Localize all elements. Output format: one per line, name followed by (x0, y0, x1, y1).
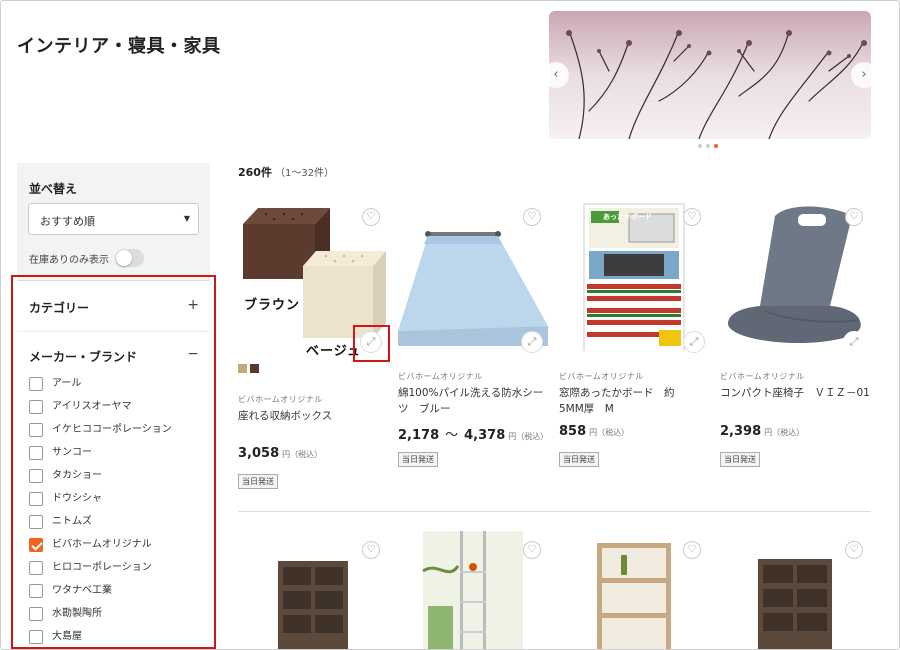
banner-pagination (698, 144, 718, 148)
packaging-label: あったかボード (603, 213, 652, 221)
toggle-knob (116, 250, 132, 266)
price-unit: 円（税込） (589, 428, 630, 437)
color-swatch[interactable] (250, 364, 259, 373)
heart-icon[interactable]: ♡ (845, 541, 863, 559)
product-card[interactable]: ♡ ⤢ ビバホームオリジナル 綿100%パイル洗える防水シーツ ブルー 2,17… (398, 196, 548, 476)
price-value: 3,058 (238, 446, 280, 461)
result-count-total: 260件 (238, 166, 272, 179)
product-price: 3,058 円（税込） (238, 446, 322, 461)
banner-dot[interactable] (698, 144, 702, 148)
result-count-range: （1～32件） (274, 168, 335, 179)
product-card[interactable]: ♡ (238, 531, 388, 649)
expand-icon[interactable]: ⤢ (843, 331, 865, 353)
price-value: 858 (559, 424, 587, 439)
same-day-shipping-badge: 当日発送 (720, 452, 760, 467)
sort-select[interactable]: おすすめ順 ▼ (28, 203, 199, 235)
banner-dot[interactable] (706, 144, 710, 148)
page-title: インテリア・寝具・家具 (17, 36, 221, 57)
product-brand: ビバホームオリジナル (559, 372, 644, 381)
expand-icon[interactable]: ⤢ (683, 331, 705, 353)
heart-icon[interactable]: ♡ (362, 208, 380, 226)
expand-icon[interactable]: ⤢ (521, 331, 543, 353)
banner-next-button[interactable]: › (851, 62, 871, 88)
same-day-shipping-badge: 当日発送 (238, 474, 278, 489)
product-brand: ビバホームオリジナル (238, 395, 323, 404)
banner-dot-active[interactable] (714, 144, 718, 148)
same-day-shipping-badge: 当日発送 (559, 452, 599, 467)
highlight-box-expand (353, 325, 390, 362)
page-frame: インテリア・寝具・家具 ‹ › 並べ替え おすすめ順 ▼ 在庫ありのみ表示 カテ… (0, 0, 900, 650)
heart-icon[interactable]: ♡ (845, 208, 863, 226)
price-value: 2,398 (720, 424, 762, 439)
product-name[interactable]: 座れる収納ボックス (238, 408, 388, 424)
price-tilde: ～ (445, 428, 459, 443)
price-unit: 円（税込） (508, 432, 549, 441)
product-card[interactable]: ♡ (398, 531, 548, 649)
product-card[interactable]: あったかボード ♡ ⤢ ビバホームオリジナル 窓際あったかボード 約 5MM厚 … (559, 196, 709, 476)
heart-icon[interactable]: ♡ (683, 541, 701, 559)
variant-label-brown: ブラウン (244, 298, 301, 313)
product-name[interactable]: コンパクト座椅子 ＶＩＺ－01 (720, 385, 870, 401)
sort-select-value: おすすめ順 (40, 215, 95, 228)
color-swatches (238, 364, 259, 373)
stock-only-label: 在庫ありのみ表示 (29, 255, 109, 266)
result-count: 260件 （1～32件） (238, 164, 334, 180)
product-brand: ビバホームオリジナル (720, 372, 805, 381)
product-card[interactable]: ♡ (559, 531, 709, 649)
heart-icon[interactable]: ♡ (523, 541, 541, 559)
product-card[interactable]: ♡ (720, 531, 870, 649)
product-price: 2,398 円（税込） (720, 424, 804, 439)
product-name[interactable]: 綿100%パイル洗える防水シーツ ブルー (398, 385, 548, 417)
price-to: 4,378 (464, 428, 506, 443)
product-name[interactable]: 窓際あったかボード 約 5MM厚 M (559, 385, 709, 417)
product-card[interactable]: ♡ ⤢ ビバホームオリジナル コンパクト座椅子 ＶＩＺ－01 2,398 円（税込… (720, 196, 870, 476)
same-day-shipping-badge: 当日発送 (398, 452, 438, 467)
highlight-box-brand-filter (11, 275, 216, 649)
chevron-down-icon: ▼ (183, 214, 190, 223)
color-swatch[interactable] (238, 364, 247, 373)
banner-image[interactable]: ‹ › (549, 11, 871, 139)
row-divider (238, 511, 871, 512)
heart-icon[interactable]: ♡ (683, 208, 701, 226)
product-brand: ビバホームオリジナル (398, 372, 483, 381)
product-price: 2,178 ～ 4,378 円（税込） (398, 424, 548, 443)
sort-title: 並べ替え (29, 182, 78, 196)
price-from: 2,178 (398, 428, 440, 443)
heart-icon[interactable]: ♡ (523, 208, 541, 226)
heart-icon[interactable]: ♡ (362, 541, 380, 559)
price-unit: 円（税込） (282, 450, 323, 459)
price-unit: 円（税込） (764, 428, 805, 437)
stock-only-toggle[interactable] (115, 249, 144, 267)
product-price: 858 円（税込） (559, 424, 629, 439)
